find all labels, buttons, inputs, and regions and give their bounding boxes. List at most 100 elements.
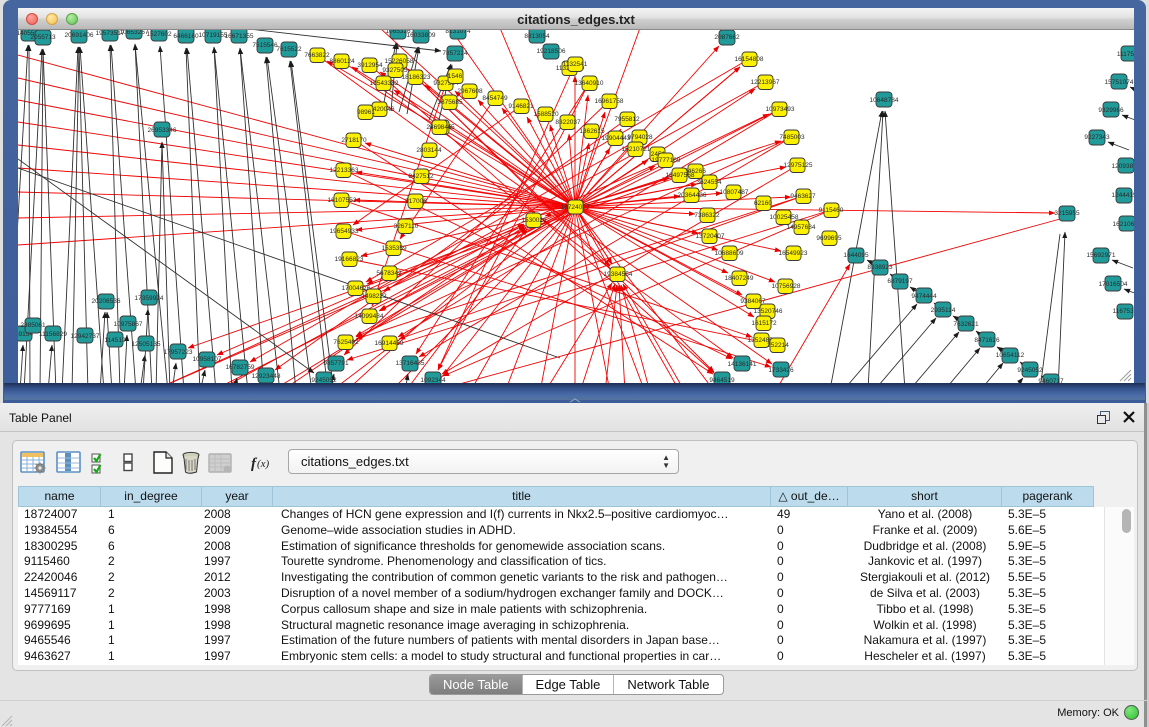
svg-text:18186323: 18186323 bbox=[402, 74, 431, 81]
svg-text:1535359: 1535359 bbox=[381, 245, 407, 252]
svg-text:15692971: 15692971 bbox=[1087, 252, 1116, 259]
svg-text:2385061: 2385061 bbox=[20, 322, 46, 329]
svg-text:9115460: 9115460 bbox=[819, 207, 844, 214]
svg-text:8860124: 8860124 bbox=[329, 58, 355, 65]
svg-text:11156829: 11156829 bbox=[39, 331, 67, 338]
svg-text:10688609: 10688609 bbox=[715, 250, 744, 257]
svg-text:7625402: 7625402 bbox=[333, 339, 359, 346]
svg-text:16497568: 16497568 bbox=[666, 172, 695, 179]
svg-text:7485003: 7485003 bbox=[779, 134, 805, 141]
svg-text:2055713: 2055713 bbox=[30, 34, 56, 41]
svg-text:10958107: 10958107 bbox=[193, 356, 222, 363]
svg-text:10807487: 10807487 bbox=[720, 189, 749, 196]
svg-text:12975125: 12975125 bbox=[784, 162, 813, 169]
svg-text:10648784: 10648784 bbox=[870, 97, 899, 104]
svg-text:10973493: 10973493 bbox=[766, 106, 795, 113]
svg-text:19384554: 19384554 bbox=[604, 271, 633, 278]
svg-text:19218506: 19218506 bbox=[537, 48, 566, 55]
svg-text:8454749: 8454749 bbox=[482, 95, 508, 102]
svg-text:13640910: 13640910 bbox=[575, 80, 604, 87]
svg-text:13720407: 13720407 bbox=[696, 233, 725, 240]
svg-text:16210643: 16210643 bbox=[1113, 221, 1134, 228]
svg-text:16914469: 16914469 bbox=[375, 340, 404, 347]
svg-text:1244415: 1244415 bbox=[1111, 192, 1134, 199]
svg-text:7632621: 7632621 bbox=[953, 321, 979, 328]
svg-text:7857224: 7857224 bbox=[442, 50, 468, 57]
svg-text:9327505: 9327505 bbox=[382, 67, 408, 74]
svg-text:14136141: 14136141 bbox=[728, 361, 757, 368]
svg-text:7515546: 7515546 bbox=[252, 42, 278, 49]
svg-text:1132541: 1132541 bbox=[563, 61, 588, 68]
svg-text:10719155: 10719155 bbox=[199, 32, 228, 39]
svg-text:3215955: 3215955 bbox=[1054, 210, 1080, 217]
svg-text:12923448: 12923448 bbox=[252, 373, 281, 380]
svg-text:7386322: 7386322 bbox=[694, 212, 720, 219]
svg-text:1644095: 1644095 bbox=[843, 252, 869, 259]
svg-text:9245052: 9245052 bbox=[1017, 367, 1043, 374]
svg-text:16671355: 16671355 bbox=[225, 33, 254, 40]
svg-text:3267110: 3267110 bbox=[394, 223, 419, 230]
svg-text:9699695: 9699695 bbox=[816, 235, 842, 242]
svg-text:1588520: 1588520 bbox=[533, 111, 559, 118]
svg-text:20364436: 20364436 bbox=[678, 192, 707, 199]
svg-text:10025458: 10025458 bbox=[770, 214, 799, 221]
svg-text:62160: 62160 bbox=[754, 200, 772, 207]
svg-text:5678342: 5678342 bbox=[376, 270, 402, 277]
svg-text:12093872: 12093872 bbox=[1112, 163, 1134, 170]
svg-text:3875685: 3875685 bbox=[437, 99, 463, 106]
svg-text:9329966: 9329966 bbox=[1098, 107, 1124, 114]
svg-text:9794028: 9794028 bbox=[627, 134, 653, 141]
svg-text:7663822: 7663822 bbox=[304, 52, 330, 59]
svg-text:2935114: 2935114 bbox=[931, 307, 956, 314]
svg-text:20691406: 20691406 bbox=[65, 32, 94, 39]
svg-text:1362615: 1362615 bbox=[579, 128, 605, 135]
svg-text:17957223: 17957223 bbox=[164, 349, 193, 356]
svg-text:7955812: 7955812 bbox=[614, 116, 640, 123]
svg-text:1527602: 1527602 bbox=[146, 31, 172, 38]
svg-text:14957684: 14957684 bbox=[787, 224, 816, 231]
svg-text:19654933: 19654933 bbox=[330, 228, 359, 235]
svg-text:3624554: 3624554 bbox=[696, 179, 722, 186]
svg-text:9146821: 9146821 bbox=[508, 103, 534, 110]
svg-text:1498222: 1498222 bbox=[361, 293, 387, 300]
svg-text:9857791: 9857791 bbox=[323, 360, 349, 367]
svg-text:252214: 252214 bbox=[767, 342, 789, 349]
svg-text:1615172: 1615172 bbox=[751, 320, 777, 327]
svg-text:1733426: 1733426 bbox=[768, 367, 794, 374]
svg-text:8471626: 8471626 bbox=[974, 337, 1000, 344]
svg-text:12213363: 12213363 bbox=[330, 167, 359, 174]
svg-text:12505135: 12505135 bbox=[132, 341, 161, 348]
svg-text:9463627: 9463627 bbox=[790, 193, 816, 200]
svg-text:19777169: 19777169 bbox=[652, 157, 681, 164]
svg-text:2718170: 2718170 bbox=[341, 137, 367, 144]
svg-text:10653267: 10653267 bbox=[120, 30, 149, 36]
svg-text:26953346: 26953346 bbox=[148, 127, 177, 134]
svg-text:1167533: 1167533 bbox=[1113, 308, 1134, 315]
svg-text:6466160: 6466160 bbox=[173, 33, 199, 40]
svg-text:1530028: 1530028 bbox=[521, 217, 547, 224]
svg-text:10756928: 10756928 bbox=[772, 283, 801, 290]
svg-text:9227343: 9227343 bbox=[1084, 134, 1110, 141]
svg-text:19166823: 19166823 bbox=[335, 256, 364, 263]
svg-text:13520746: 13520746 bbox=[754, 308, 783, 315]
svg-text:16107553: 16107553 bbox=[328, 197, 357, 204]
svg-text:17016504: 17016504 bbox=[1099, 281, 1128, 288]
svg-text:8813054: 8813054 bbox=[524, 33, 550, 40]
svg-text:16154808: 16154808 bbox=[735, 56, 764, 63]
svg-text:2087662: 2087662 bbox=[714, 34, 740, 41]
svg-text:13716485: 13716485 bbox=[396, 360, 425, 367]
svg-text:8322037: 8322037 bbox=[555, 119, 581, 126]
svg-text:8131074: 8131074 bbox=[445, 30, 471, 35]
svg-text:98961: 98961 bbox=[357, 109, 375, 116]
svg-text:16782759: 16782759 bbox=[226, 364, 255, 371]
svg-text:114519: 114519 bbox=[104, 337, 126, 344]
svg-text:14099484: 14099484 bbox=[355, 313, 384, 320]
svg-text:16543382: 16543382 bbox=[370, 80, 399, 87]
svg-text:7615522: 7615522 bbox=[276, 46, 302, 53]
svg-text:10654112: 10654112 bbox=[996, 352, 1025, 359]
svg-text:16961758: 16961758 bbox=[595, 98, 624, 105]
svg-text:8938923: 8938923 bbox=[867, 264, 893, 271]
svg-text:9474444: 9474444 bbox=[911, 293, 937, 300]
svg-text:8427512: 8427512 bbox=[408, 173, 434, 180]
svg-text:1546: 1546 bbox=[448, 73, 463, 80]
